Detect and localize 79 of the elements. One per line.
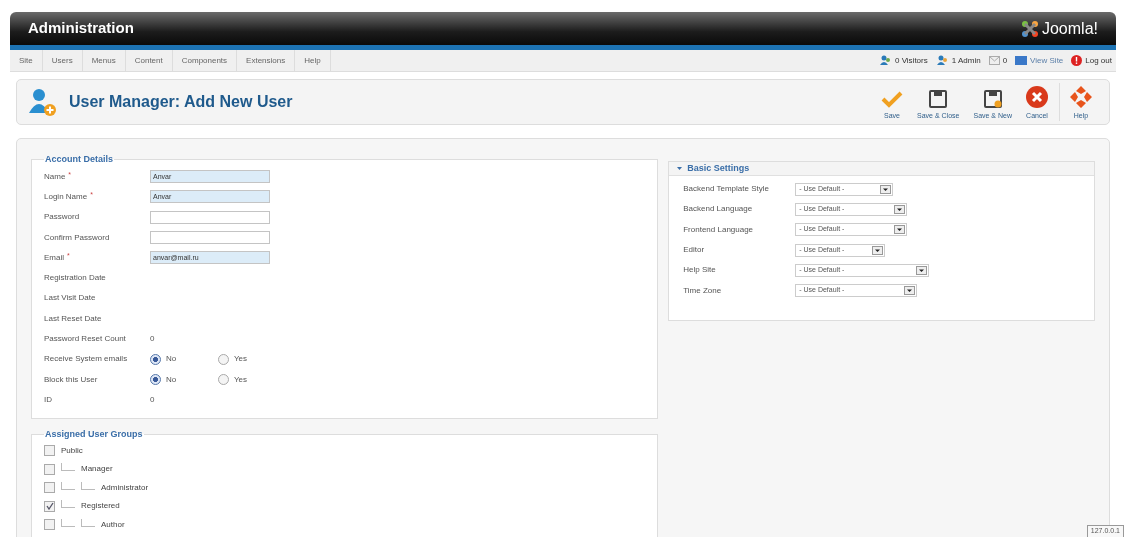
field-label: Last Visit Date [44,292,96,305]
menu-item[interactable]: Components [172,50,238,71]
menu-item[interactable]: Menus [82,50,126,71]
dropdown-arrow-icon [904,286,916,296]
checkbox[interactable] [44,519,55,531]
menu-item[interactable]: Site [10,50,43,71]
users-icon [935,55,949,66]
field-label: Receive System emails [44,353,128,366]
status-item[interactable]: Log out [1085,54,1112,67]
checkmark-icon [881,89,904,108]
envelope-icon [988,56,1000,65]
input-field[interactable] [150,210,270,224]
radio-label: No [166,353,177,366]
group-label: Administrator [101,481,149,494]
checkbox[interactable] [44,482,55,494]
field-label: Registration Date [44,272,106,285]
tree-connector-icon [61,463,75,472]
field-label: Name [44,170,66,183]
menu-item[interactable]: Extensions [237,50,296,71]
radio-button[interactable] [150,353,161,365]
close-icon [1026,85,1048,108]
tree-connector-icon [61,500,75,509]
field-label: Help Site [683,264,717,277]
settings-title: Basic Settings [687,161,750,175]
radio-button[interactable] [218,374,229,386]
settings-header[interactable]: Basic Settings [669,162,1094,176]
field-label: Login Name [44,190,88,203]
alert-icon [1071,55,1083,66]
tree-connector-icon [61,518,75,527]
field-label: Time Zone [683,284,723,297]
radio-button[interactable] [150,374,161,386]
menu-item[interactable]: Users [42,50,83,71]
monitor-icon [1015,56,1028,65]
field-label: Password [44,211,80,224]
group-label: Author [101,518,125,531]
input-field[interactable] [150,231,270,245]
checkbox[interactable] [44,500,55,512]
status-item: 0 Visitors [894,54,928,67]
field-label: Email [44,251,64,264]
logo-text: Joomla! [1041,18,1098,39]
radio-label: No [166,373,177,386]
field-label: Confirm Password [44,231,110,244]
field-label: Last Reset Date [44,312,102,325]
group-label: Public [61,444,83,457]
caret-icon [677,166,683,171]
radio-button[interactable] [218,353,229,365]
tree-connector-icon [81,518,95,527]
checkbox[interactable] [44,445,55,457]
field-label: Block this User [44,373,98,386]
user-add-icon [27,87,57,117]
field-label: ID [44,393,52,406]
menu-item[interactable]: Help [295,50,331,71]
checkmark-icon [45,502,54,511]
field-label: Frontend Language [683,223,755,236]
status-item: 0 [1002,54,1008,67]
field-label: Backend Template Style [683,183,770,196]
header-title: Administration [28,18,134,39]
page-title: User Manager: Add New User [69,92,293,112]
logo-icon [1020,19,1039,38]
field-value: 0 [150,393,155,406]
field-label: Editor [683,244,706,257]
status-item: 1 Admin [951,54,981,67]
users-icon [878,55,892,66]
section-legend: Account Details [44,153,114,167]
radio-label: Yes [234,353,248,366]
field-label: Backend Language [683,203,754,216]
tree-connector-icon [81,481,95,490]
group-label: Manager [81,463,113,476]
field-label: Password Reset Count [44,333,126,345]
menu-item[interactable]: Content [125,50,173,71]
radio-label: Yes [234,373,248,386]
checkbox[interactable] [44,463,55,475]
dropdown-arrow-icon [894,225,906,235]
status-item[interactable]: View Site [1030,54,1064,67]
group-label: Registered [81,500,120,513]
field-value: 0 [150,333,155,345]
tree-connector-icon [61,481,75,490]
section-legend: Assigned User Groups [44,428,144,442]
lifebuoy-icon [1070,85,1092,108]
